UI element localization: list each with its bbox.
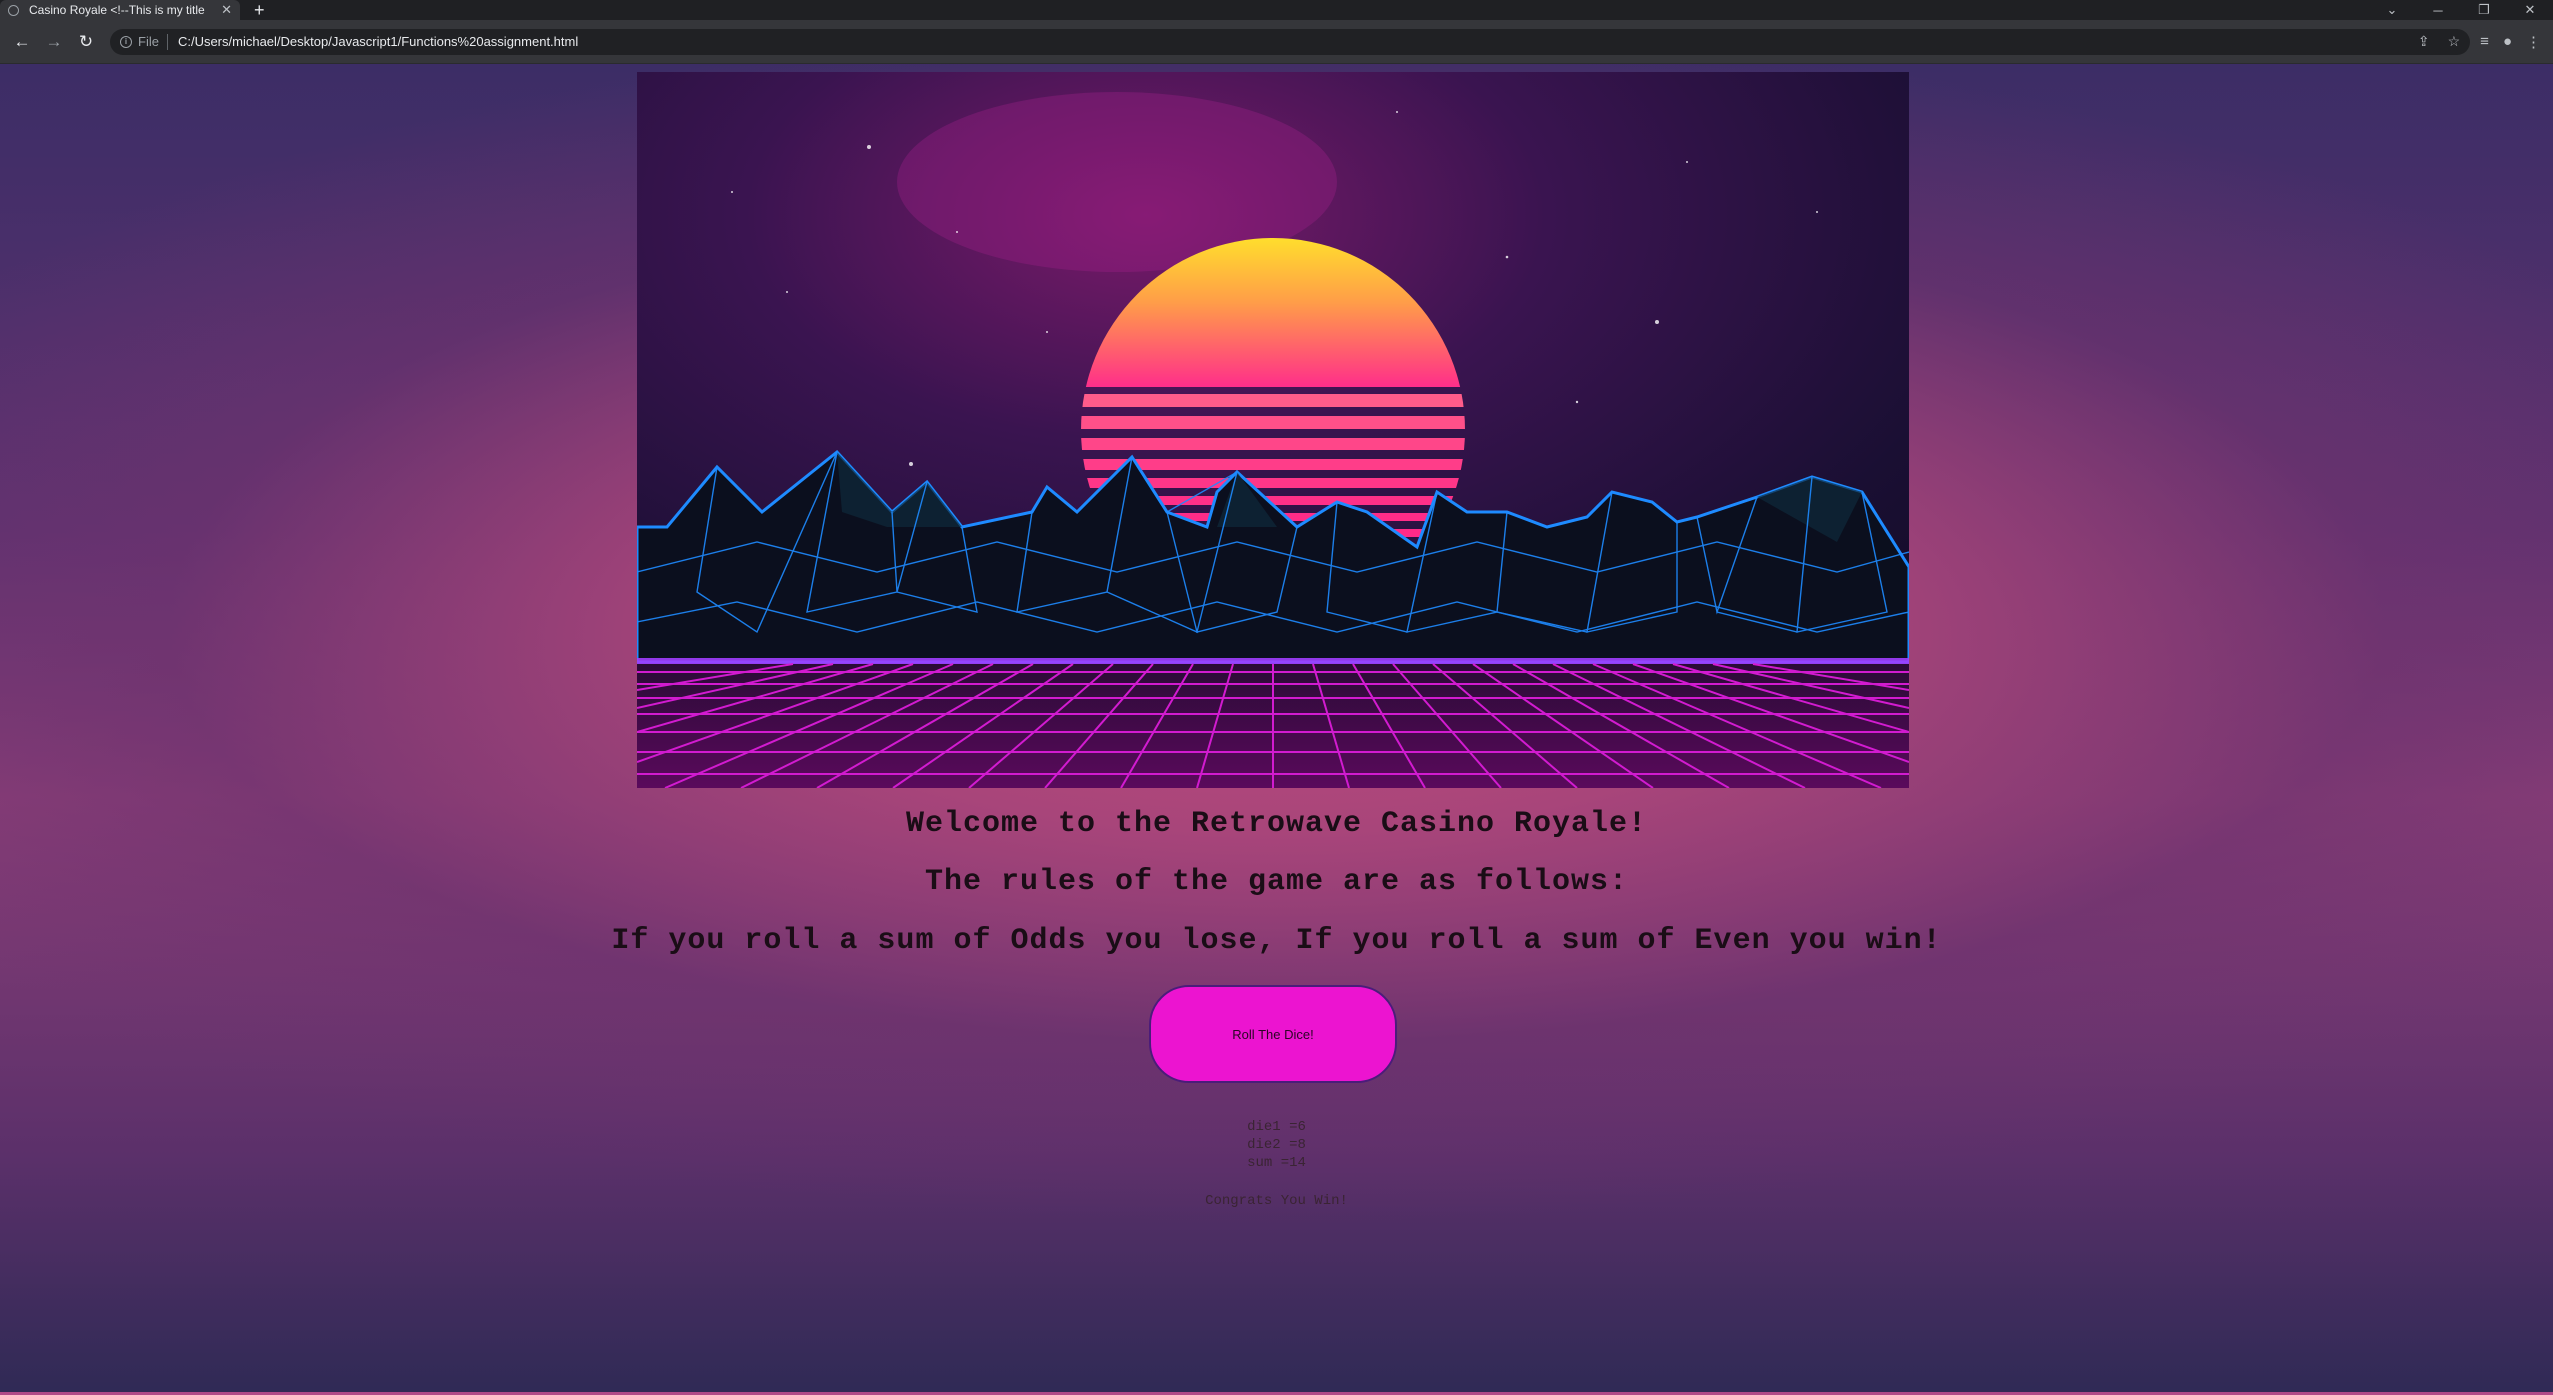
page-viewport: Welcome to the Retrowave Casino Royale! … (0, 64, 2553, 1395)
close-tab-icon[interactable]: ✕ (221, 2, 232, 18)
divider (166, 33, 168, 50)
rules-intro-heading: The rules of the game are as follows: (924, 865, 1629, 899)
roll-dice-button[interactable]: Roll The Dice! (1149, 985, 1397, 1083)
retrowave-hero-image (637, 72, 1909, 788)
new-tab-icon[interactable]: + (254, 0, 265, 20)
result-message: Congrats You Win! (1205, 1193, 1348, 1209)
die1-result: die1 =6 (1247, 1119, 1306, 1135)
die2-result: die2 =8 (1247, 1137, 1306, 1153)
browser-toolbar: ← → ↻ i File C:/Users/michael/Desktop/Ja… (0, 20, 2553, 64)
info-icon[interactable]: i (120, 35, 132, 48)
close-window-icon[interactable]: ✕ (2507, 2, 2553, 18)
address-bar[interactable]: i File C:/Users/michael/Desktop/Javascri… (110, 28, 2471, 55)
sum-result: sum =14 (1247, 1155, 1306, 1171)
tab-strip: Casino Royale <!--This is my title ✕ + ⌄… (0, 0, 2553, 20)
menu-icon[interactable]: ⋮ (2526, 33, 2541, 51)
tab-search-icon[interactable]: ⌄ (2369, 2, 2415, 18)
scheme-label: File (138, 34, 159, 49)
reading-list-icon[interactable]: ≡ (2480, 33, 2489, 51)
browser-tab[interactable]: Casino Royale <!--This is my title ✕ (0, 0, 240, 20)
tab-title: Casino Royale <!--This is my title (29, 3, 205, 17)
share-icon[interactable]: ⇪ (2418, 33, 2430, 50)
reload-icon[interactable]: ↻ (70, 32, 102, 52)
welcome-heading: Welcome to the Retrowave Casino Royale! (905, 807, 1648, 841)
restore-icon[interactable]: ❐ (2461, 2, 2507, 18)
minimize-icon[interactable]: ─ (2415, 3, 2461, 18)
rules-heading: If you roll a sum of Odds you lose, If y… (611, 924, 1942, 958)
forward-icon[interactable]: → (38, 32, 70, 52)
url-text[interactable]: C:/Users/michael/Desktop/Javascript1/Fun… (178, 34, 578, 49)
window-controls: ⌄ ─ ❐ ✕ (2369, 0, 2553, 20)
globe-icon (8, 4, 19, 16)
back-icon[interactable]: ← (6, 32, 38, 52)
bookmark-star-icon[interactable]: ☆ (2448, 33, 2461, 50)
profile-icon[interactable]: ● (2503, 33, 2512, 51)
